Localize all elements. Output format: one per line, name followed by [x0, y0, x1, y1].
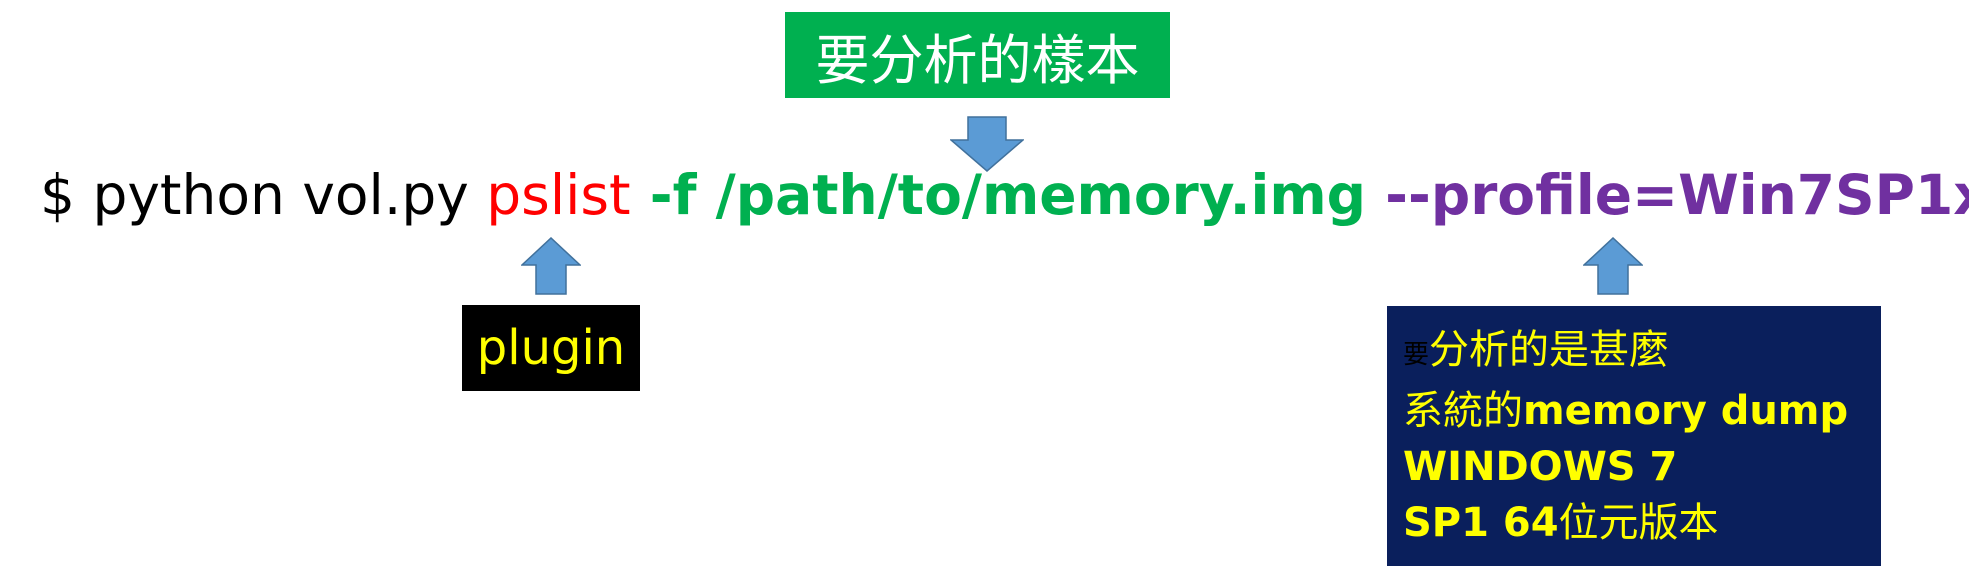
up-arrow-shape	[1583, 237, 1643, 295]
up-arrow-icon	[521, 237, 581, 295]
plugin-label-box: plugin	[462, 305, 640, 391]
command-prefix: $ python vol.py	[40, 163, 487, 227]
profile-line-1-text: 分析的是甚麼	[1429, 327, 1670, 373]
sample-label-text: 要分析的樣本	[815, 28, 1140, 92]
profile-line-2-prefix: 系統的	[1403, 388, 1523, 434]
command-plugin: pslist	[486, 163, 631, 227]
up-arrow-shape	[521, 237, 581, 295]
up-arrow-icon	[1583, 237, 1643, 295]
profile-line-4-prefix: SP1 64	[1403, 500, 1559, 546]
profile-label-box: 要分析的是甚麼 系統的memory dump WINDOWS 7 SP1 64位…	[1387, 306, 1881, 566]
command-profile-arg: --profile=Win7SP1x64	[1385, 163, 1969, 227]
plugin-label-text: plugin	[476, 320, 626, 376]
sample-label-box: 要分析的樣本	[785, 12, 1170, 98]
profile-line-2-text: memory dump	[1523, 388, 1849, 434]
command-file-arg: -f /path/to/memory.img	[630, 163, 1367, 227]
command-line: $ python vol.py pslist -f /path/to/memor…	[40, 150, 1969, 240]
profile-line-4-text: 位元版本	[1558, 500, 1719, 546]
profile-line-4: SP1 64位元版本	[1403, 495, 1881, 551]
profile-line-1: 要分析的是甚麼	[1403, 322, 1881, 383]
profile-line-1-prefix: 要	[1403, 340, 1430, 370]
profile-line-2: 系統的memory dump	[1403, 383, 1881, 439]
profile-line-3: WINDOWS 7	[1403, 444, 1678, 490]
